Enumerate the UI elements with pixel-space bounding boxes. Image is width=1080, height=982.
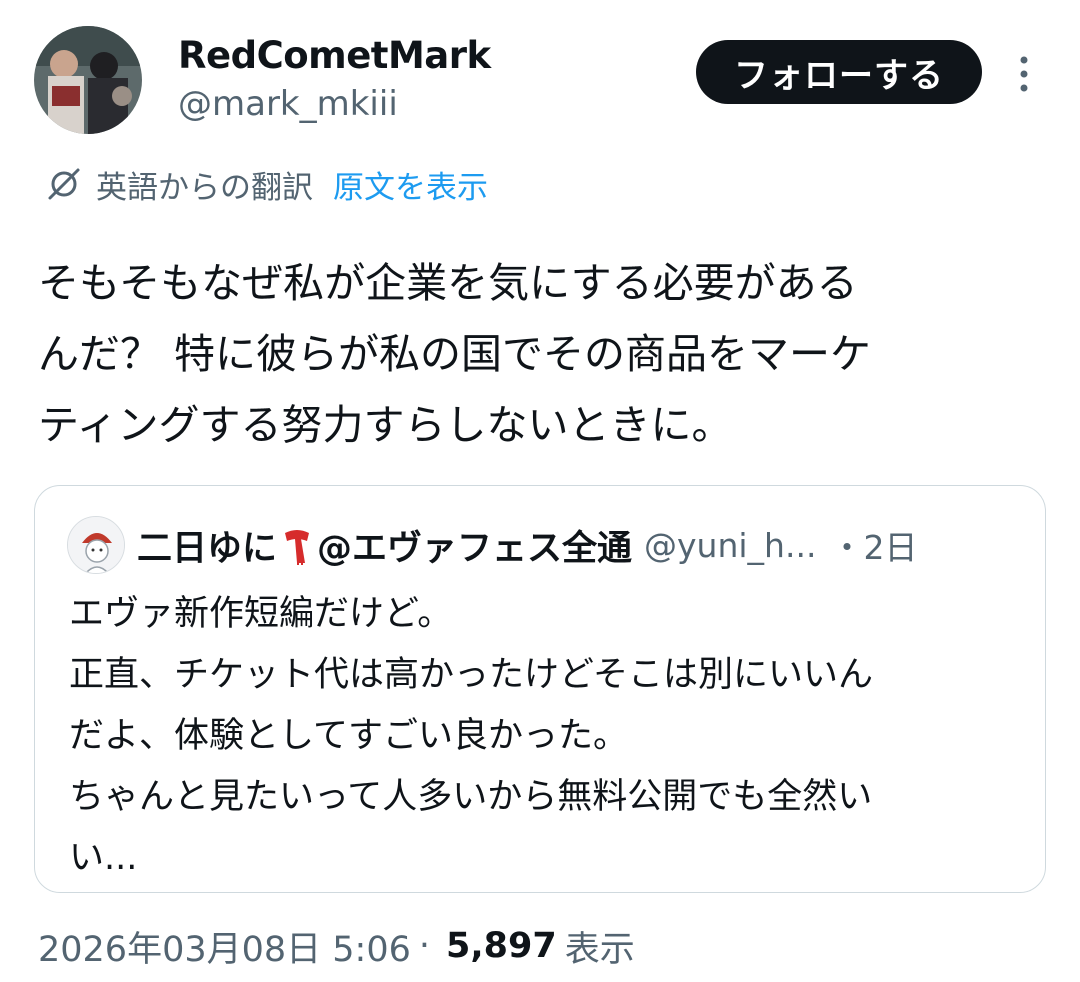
quote-text: エヴァ新作短編だけど。 正直、チケット代は高かったけどそこは別にいいん だよ、体…	[69, 584, 873, 889]
translation-row: 英語からの翻訳 原文を表示	[44, 162, 488, 206]
translate-icon	[44, 164, 84, 204]
tweet-text-line: そもそもなぜ私が企業を気にする必要がある	[38, 259, 858, 307]
show-original-link[interactable]: 原文を表示	[333, 162, 488, 207]
tweet-text-line: んだ？ 特に彼らが私の国でその商品をマーケ	[38, 330, 872, 378]
tweet-text: そもそもなぜ私が企業を気にする必要がある んだ？ 特に彼らが私の国でその商品をマ…	[38, 248, 1048, 461]
translated-from-label: 英語からの翻訳	[96, 169, 313, 206]
more-vertical-icon[interactable]	[1012, 54, 1036, 94]
quote-text-line: い...	[69, 838, 138, 878]
quote-timestamp[interactable]: ・2日	[830, 521, 917, 569]
tweet-timestamp[interactable]: 2026年03月08日 5:06	[38, 921, 411, 972]
tweet-meta: 2026年03月08日 5:06 · 5,897 表示	[38, 918, 635, 974]
tweet-text-line: ティングする努力すらしないときに。	[38, 401, 733, 449]
quote-text-line: 正直、チケット代は高かったけどそこは別にいいん	[69, 655, 873, 695]
quote-text-line: だよ、体験としてすごい良かった。	[69, 716, 628, 756]
quote-text-line: ちゃんと見たいって人多いから無料公開でも全然い	[69, 777, 873, 817]
quote-header: 二日ゆに @エヴァフェス全通 @yuni_h... ・2日	[137, 520, 917, 570]
quote-author-name[interactable]: 二日ゆに	[137, 520, 277, 571]
quote-author-handle[interactable]: @yuni_h...	[644, 526, 816, 565]
meta-separator: ·	[418, 926, 431, 966]
author-display-name[interactable]: RedCometMark	[178, 34, 491, 77]
quoted-tweet-card[interactable]: 二日ゆに @エヴァフェス全通 @yuni_h... ・2日 エヴァ新作短編だけど…	[34, 485, 1046, 893]
scarf-emoji-icon	[281, 525, 313, 565]
author-handle[interactable]: @mark_mkiii	[178, 84, 398, 124]
author-avatar[interactable]	[34, 26, 142, 134]
quote-author-name-suffix[interactable]: @エヴァフェス全通	[317, 520, 632, 571]
quote-author-avatar[interactable]	[67, 516, 125, 574]
quote-text-line: エヴァ新作短編だけど。	[69, 594, 453, 634]
view-count: 5,897	[446, 926, 557, 966]
follow-button[interactable]: フォローする	[696, 40, 982, 104]
view-count-label: 表示	[564, 929, 635, 970]
